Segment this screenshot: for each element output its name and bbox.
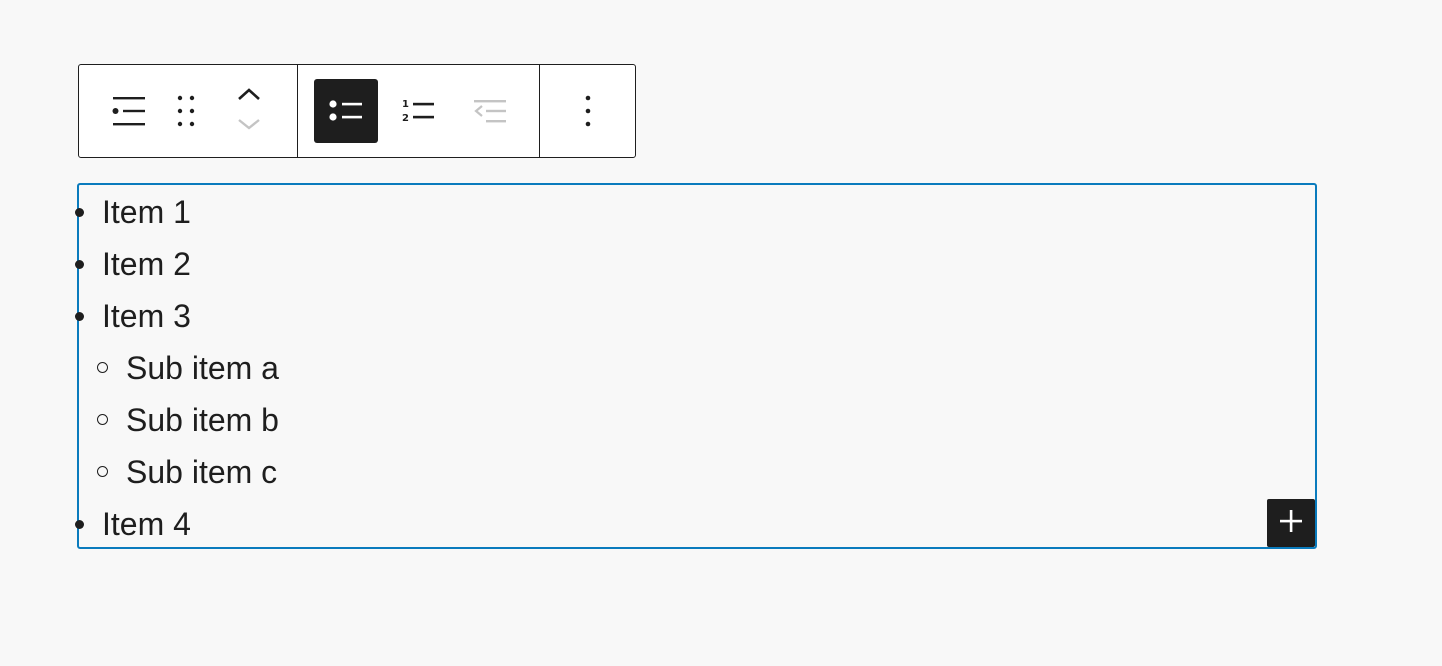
circle-bullet-icon [97, 466, 108, 477]
options-button[interactable] [556, 79, 620, 143]
block-toolbar: 1 2 [78, 64, 636, 158]
move-up-button[interactable] [225, 81, 273, 111]
list-item-label: Item 3 [102, 298, 191, 334]
circle-bullet-icon [97, 362, 108, 373]
block-movers [219, 71, 279, 151]
disc-bullet-icon [75, 260, 84, 269]
toolbar-group-options [539, 65, 635, 157]
list-item-label: Item 2 [102, 246, 191, 282]
add-block-button[interactable] [1267, 499, 1315, 547]
list-item[interactable]: Item 2 [75, 238, 279, 290]
sub-list-item-label: Sub item c [126, 454, 278, 490]
outdent-icon [472, 96, 508, 126]
plus-icon [1278, 508, 1304, 539]
disc-bullet-icon [75, 520, 84, 529]
list-block[interactable]: Item 1 Item 2 Item 3 Sub item a Sub item… [75, 183, 1317, 550]
ordered-list-button[interactable]: 1 2 [386, 79, 450, 143]
toolbar-group-list-format: 1 2 [297, 65, 539, 157]
outdent-button[interactable] [458, 79, 522, 143]
disc-bullet-icon [75, 312, 84, 321]
chevron-up-icon [236, 86, 262, 107]
more-vertical-icon [583, 94, 593, 128]
ordered-icon-digit-2: 2 [402, 113, 409, 124]
list-item-label: Item 4 [102, 506, 191, 542]
list-item[interactable]: Item 3 [75, 290, 279, 342]
unordered-list-button[interactable] [314, 79, 378, 143]
sub-list-item[interactable]: Sub item a [79, 342, 279, 394]
toolbar-group-block [79, 65, 297, 157]
numbered-list-icon: 1 2 [400, 96, 436, 126]
move-down-button[interactable] [225, 111, 273, 141]
sub-list-item[interactable]: Sub item c [79, 446, 279, 498]
disc-bullet-icon [75, 208, 84, 217]
bullet-list-icon [328, 96, 364, 126]
sub-list-item-label: Sub item b [126, 402, 279, 438]
bullet-list: Item 1 Item 2 Item 3 Sub item a Sub item… [75, 185, 279, 550]
list-item[interactable]: Item 1 [75, 186, 279, 238]
list-item-label: Item 1 [102, 194, 191, 230]
list-block-type-button[interactable] [97, 79, 161, 143]
list-block-icon [111, 93, 147, 129]
drag-handle-button[interactable] [161, 79, 211, 143]
ordered-icon-digit-1: 1 [402, 99, 409, 110]
sub-list-item-label: Sub item a [126, 350, 279, 386]
list-item[interactable]: Item 4 [75, 498, 279, 550]
circle-bullet-icon [97, 414, 108, 425]
drag-handle-icon [174, 94, 198, 128]
chevron-down-icon [236, 116, 262, 137]
sub-list-item[interactable]: Sub item b [79, 394, 279, 446]
